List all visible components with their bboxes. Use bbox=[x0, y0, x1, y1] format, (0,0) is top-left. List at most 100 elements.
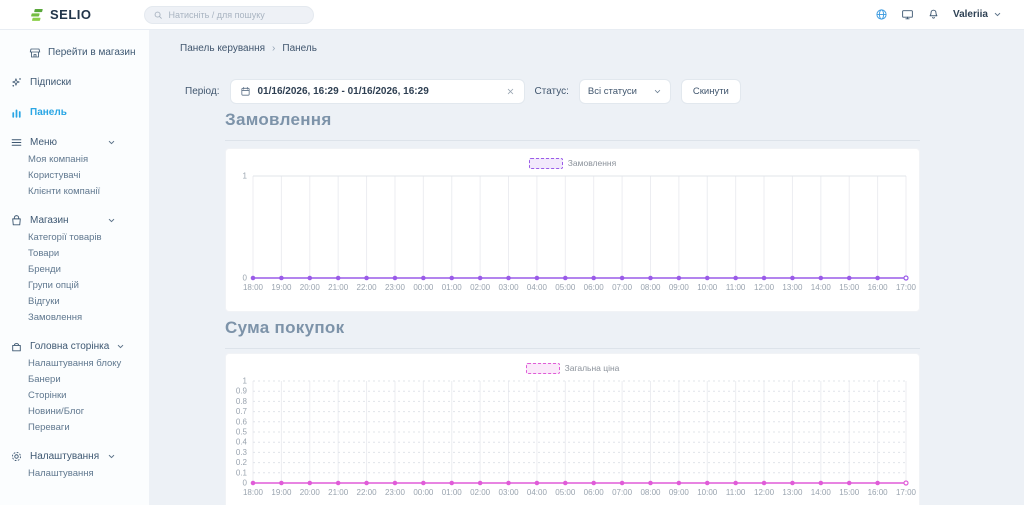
period-label: Період: bbox=[185, 86, 220, 97]
sidebar-item-dashboard[interactable]: Панель bbox=[0, 104, 149, 121]
sidebar-item-company-clients[interactable]: Клієнти компанії bbox=[0, 183, 149, 199]
svg-text:0.2: 0.2 bbox=[236, 458, 248, 467]
chevron-down-icon bbox=[107, 216, 116, 225]
user-menu[interactable]: Valeriia bbox=[953, 9, 1002, 20]
clear-period-icon[interactable] bbox=[506, 87, 515, 96]
svg-text:13:00: 13:00 bbox=[782, 488, 803, 497]
sidebar-item-orders[interactable]: Замовлення bbox=[0, 309, 149, 325]
sidebar-group-homepage[interactable]: Головна сторінка bbox=[0, 338, 149, 355]
sidebar-group-menu[interactable]: Меню bbox=[0, 134, 149, 151]
language-globe-button[interactable] bbox=[875, 8, 888, 21]
user-name: Valeriia bbox=[953, 9, 988, 20]
svg-text:17:00: 17:00 bbox=[896, 283, 917, 292]
sidebar-item-news-blog[interactable]: Новини/Блог bbox=[0, 403, 149, 419]
global-search[interactable] bbox=[144, 6, 314, 24]
svg-text:00:00: 00:00 bbox=[413, 283, 434, 292]
svg-text:11:00: 11:00 bbox=[726, 488, 746, 497]
filters-bar: Період: 01/16/2026, 16:29 - 01/16/2026, … bbox=[185, 78, 741, 104]
svg-text:01:00: 01:00 bbox=[442, 283, 463, 292]
logo-icon bbox=[28, 7, 44, 23]
legend-label: Загальна ціна bbox=[565, 363, 620, 373]
reset-button[interactable]: Скинути bbox=[681, 79, 741, 104]
calendar-icon bbox=[240, 86, 251, 97]
sidebar: Перейти в магазин Підписки Панель Меню М… bbox=[0, 30, 150, 505]
svg-text:02:00: 02:00 bbox=[470, 488, 491, 497]
chevron-down-icon bbox=[993, 10, 1002, 19]
search-input[interactable] bbox=[169, 10, 299, 20]
legend-swatch bbox=[526, 363, 560, 374]
svg-text:06:00: 06:00 bbox=[584, 283, 605, 292]
svg-text:21:00: 21:00 bbox=[328, 488, 349, 497]
orders-chart-legend: Замовлення bbox=[226, 157, 919, 169]
svg-text:0: 0 bbox=[243, 479, 248, 488]
status-select[interactable]: Всі статуси bbox=[579, 79, 671, 104]
status-label: Статус: bbox=[535, 86, 569, 97]
sidebar-item-reviews[interactable]: Відгуки bbox=[0, 293, 149, 309]
orders-section-title: Замовлення bbox=[225, 110, 920, 141]
breadcrumb-item-control-panel[interactable]: Панель керування bbox=[180, 43, 265, 54]
search-icon bbox=[153, 10, 163, 20]
purchases-section-title: Сума покупок bbox=[225, 318, 920, 349]
svg-text:23:00: 23:00 bbox=[385, 488, 406, 497]
svg-text:1: 1 bbox=[243, 172, 248, 181]
topbar: SELIO Valeriia bbox=[0, 0, 1024, 30]
svg-text:0.4: 0.4 bbox=[236, 438, 248, 447]
svg-text:20:00: 20:00 bbox=[300, 488, 321, 497]
breadcrumb-separator: › bbox=[272, 43, 275, 54]
svg-text:07:00: 07:00 bbox=[612, 488, 633, 497]
chevron-down-icon bbox=[107, 138, 116, 147]
svg-text:18:00: 18:00 bbox=[243, 488, 264, 497]
sidebar-item-product-categories[interactable]: Категорії товарів bbox=[0, 229, 149, 245]
status-selected-value: Всі статуси bbox=[588, 86, 653, 97]
sidebar-item-banners[interactable]: Банери bbox=[0, 371, 149, 387]
svg-text:0.7: 0.7 bbox=[236, 407, 248, 416]
sidebar-item-products[interactable]: Товари bbox=[0, 245, 149, 261]
chevron-down-icon bbox=[107, 452, 116, 461]
svg-text:0.3: 0.3 bbox=[236, 448, 248, 457]
topbar-actions: Valeriia bbox=[875, 8, 1002, 21]
logo[interactable]: SELIO bbox=[28, 7, 92, 23]
handbag-icon bbox=[10, 340, 23, 353]
svg-text:23:00: 23:00 bbox=[385, 283, 406, 292]
svg-text:03:00: 03:00 bbox=[499, 283, 520, 292]
bar-chart-icon bbox=[10, 106, 23, 119]
sidebar-group-label: Меню bbox=[30, 137, 57, 148]
svg-text:04:00: 04:00 bbox=[527, 283, 548, 292]
svg-text:08:00: 08:00 bbox=[640, 488, 661, 497]
svg-text:1: 1 bbox=[243, 377, 248, 386]
sidebar-group-shop[interactable]: Магазин bbox=[0, 212, 149, 229]
sidebar-item-users[interactable]: Користувачі bbox=[0, 167, 149, 183]
purchases-chart-card: Загальна ціна 18:0019:0020:0021:0022:002… bbox=[225, 353, 920, 505]
sidebar-item-my-company[interactable]: Моя компанія bbox=[0, 151, 149, 167]
sidebar-item-brands[interactable]: Бренди bbox=[0, 261, 149, 277]
sidebar-item-block-settings[interactable]: Налаштування блоку bbox=[0, 355, 149, 371]
breadcrumb-item-dashboard: Панель bbox=[282, 43, 317, 54]
orders-chart: 18:0019:0020:0021:0022:0023:0000:0001:00… bbox=[226, 171, 919, 301]
sidebar-item-option-groups[interactable]: Групи опцій bbox=[0, 277, 149, 293]
sidebar-item-settings[interactable]: Налаштування bbox=[0, 465, 149, 481]
svg-text:11:00: 11:00 bbox=[726, 283, 746, 292]
sidebar-item-advantages[interactable]: Переваги bbox=[0, 419, 149, 435]
notifications-bell-button[interactable] bbox=[927, 8, 940, 21]
sidebar-group-settings[interactable]: Налаштування bbox=[0, 448, 149, 465]
svg-text:05:00: 05:00 bbox=[555, 488, 576, 497]
sidebar-item-subscriptions[interactable]: Підписки bbox=[0, 74, 149, 91]
svg-text:14:00: 14:00 bbox=[811, 488, 832, 497]
svg-text:06:00: 06:00 bbox=[584, 488, 605, 497]
hamburger-icon bbox=[10, 136, 23, 149]
shopping-bag-icon bbox=[10, 214, 23, 227]
svg-text:05:00: 05:00 bbox=[555, 283, 576, 292]
sidebar-item-pages[interactable]: Сторінки bbox=[0, 387, 149, 403]
svg-text:16:00: 16:00 bbox=[868, 488, 889, 497]
svg-text:19:00: 19:00 bbox=[271, 283, 292, 292]
svg-text:02:00: 02:00 bbox=[470, 283, 491, 292]
svg-text:00:00: 00:00 bbox=[413, 488, 434, 497]
svg-text:0.1: 0.1 bbox=[236, 468, 248, 477]
svg-text:15:00: 15:00 bbox=[839, 283, 860, 292]
svg-text:0: 0 bbox=[243, 274, 248, 283]
sidebar-item-go-to-store[interactable]: Перейти в магазин bbox=[0, 44, 149, 61]
period-value: 01/16/2026, 16:29 - 01/16/2026, 16:29 bbox=[258, 86, 499, 97]
period-date-range-input[interactable]: 01/16/2026, 16:29 - 01/16/2026, 16:29 bbox=[230, 79, 525, 104]
monitor-button[interactable] bbox=[901, 8, 914, 21]
svg-text:22:00: 22:00 bbox=[357, 488, 378, 497]
